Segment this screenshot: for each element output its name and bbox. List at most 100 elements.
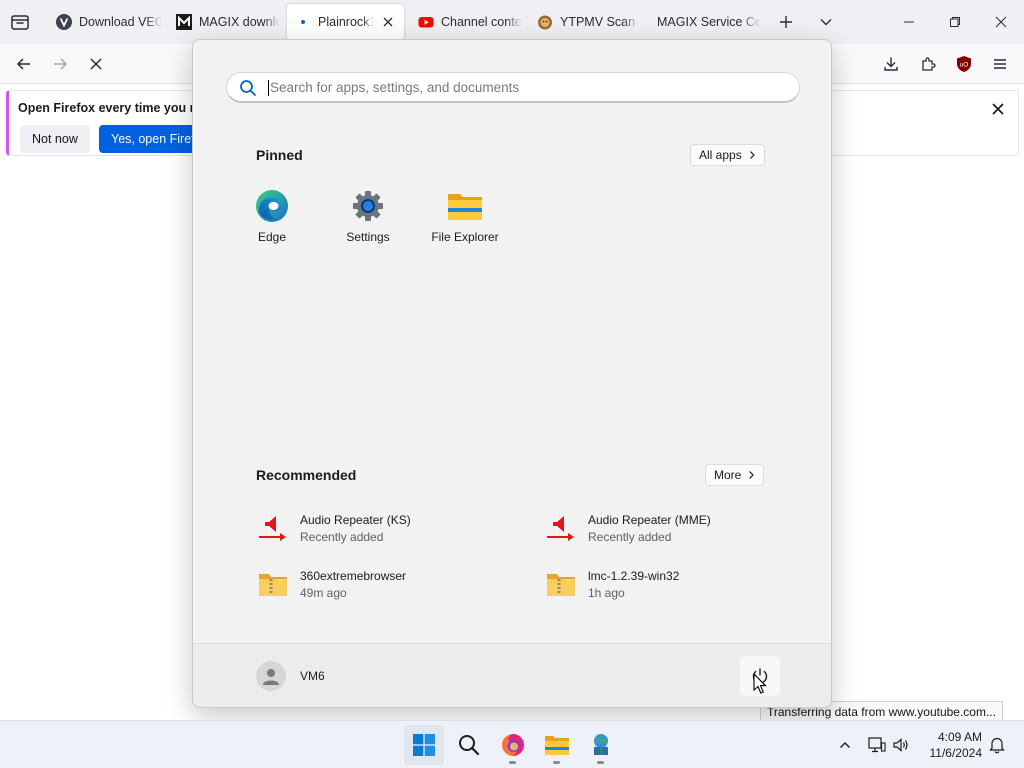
pinned-app-settings[interactable]: Settings bbox=[320, 188, 416, 256]
new-tab-button[interactable] bbox=[772, 8, 800, 36]
start-menu: Pinned All apps Edge bbox=[192, 39, 832, 708]
tab-title: Channel conte bbox=[441, 15, 522, 29]
recommended-name: Audio Repeater (KS) bbox=[300, 512, 411, 527]
recommended-subtext: Recently added bbox=[300, 529, 384, 544]
not-now-button[interactable]: Not now bbox=[20, 125, 90, 153]
minimize-button[interactable] bbox=[886, 0, 932, 44]
all-apps-label: All apps bbox=[699, 148, 742, 162]
ublock-origin-button[interactable]: uO bbox=[950, 50, 978, 78]
minimize-icon bbox=[904, 21, 914, 23]
restore-button[interactable] bbox=[932, 0, 978, 44]
close-icon bbox=[992, 103, 1004, 115]
start-search-input[interactable] bbox=[270, 76, 770, 98]
taskbar-app-network[interactable] bbox=[581, 725, 621, 765]
recommended-item[interactable]: lmc-1.2.39-win32 1h ago bbox=[544, 562, 804, 606]
audio-repeater-icon bbox=[256, 511, 290, 545]
volume-tray-button[interactable] bbox=[889, 733, 913, 757]
taskbar-clock[interactable]: 4:09 AM 11/6/2024 bbox=[920, 729, 983, 761]
tab-title: Plainrock12 bbox=[318, 15, 374, 29]
notification-close-button[interactable] bbox=[988, 99, 1008, 119]
user-account-button[interactable]: VM6 bbox=[256, 661, 325, 691]
search-icon bbox=[459, 735, 480, 756]
more-button[interactable]: More bbox=[705, 464, 765, 486]
back-button[interactable] bbox=[10, 50, 38, 78]
downloads-button[interactable] bbox=[877, 50, 905, 78]
tab-strip: Download VEG MAGIX downlo Plainrock12 Ch… bbox=[0, 0, 1024, 44]
user-name: VM6 bbox=[300, 669, 325, 683]
tab-ytpmv-scan[interactable]: YTPMV Scan bbox=[529, 4, 639, 40]
mouse-pointer-icon bbox=[753, 673, 767, 694]
tab-title: MAGIX Service Ce bbox=[657, 15, 761, 29]
firefox-view-icon bbox=[11, 15, 29, 30]
tab-magix-service[interactable]: MAGIX Service Ce bbox=[649, 4, 761, 40]
text-caret bbox=[268, 80, 269, 96]
recommended-heading: Recommended bbox=[256, 467, 357, 483]
settings-gear-icon bbox=[350, 188, 386, 224]
ytpmv-icon bbox=[537, 14, 553, 30]
more-label: More bbox=[714, 468, 742, 482]
running-indicator bbox=[509, 761, 516, 764]
show-hidden-icons-button[interactable] bbox=[833, 733, 857, 757]
taskbar-search-button[interactable] bbox=[449, 725, 489, 765]
tab-magix-download[interactable]: MAGIX downlo bbox=[168, 4, 280, 40]
clock-time: 4:09 AM bbox=[937, 730, 982, 744]
tab-plainrock[interactable]: Plainrock12 bbox=[287, 4, 404, 40]
firefox-view-button[interactable] bbox=[8, 10, 32, 34]
recommended-name: Audio Repeater (MME) bbox=[588, 512, 711, 527]
running-indicator bbox=[553, 761, 560, 764]
taskbar-file-explorer[interactable] bbox=[537, 725, 577, 765]
notifications-button[interactable] bbox=[985, 733, 1009, 757]
user-icon bbox=[263, 669, 279, 685]
notification-text: Open Firefox every time you re bbox=[18, 101, 202, 115]
tab-close-icon[interactable] bbox=[378, 12, 398, 32]
start-search-box[interactable] bbox=[226, 72, 800, 103]
restore-icon bbox=[950, 17, 960, 27]
search-icon bbox=[240, 80, 256, 96]
tab-title: YTPMV Scan bbox=[560, 15, 636, 29]
edge-icon bbox=[254, 188, 290, 224]
puzzle-icon bbox=[922, 57, 936, 71]
chevron-up-icon bbox=[840, 742, 850, 748]
pinned-app-edge[interactable]: Edge bbox=[224, 188, 320, 256]
recommended-subtext: Recently added bbox=[588, 529, 672, 544]
pinned-heading: Pinned bbox=[256, 147, 303, 163]
app-menu-button[interactable] bbox=[986, 50, 1014, 78]
taskbar: 4:09 AM 11/6/2024 bbox=[0, 720, 1024, 768]
chevron-down-icon bbox=[820, 19, 832, 26]
loading-dot-icon bbox=[295, 14, 311, 30]
network-tray-button[interactable] bbox=[865, 733, 889, 757]
close-icon bbox=[995, 16, 1007, 28]
forward-button[interactable] bbox=[46, 50, 74, 78]
ublock-shield-icon: uO bbox=[957, 56, 971, 72]
stop-icon bbox=[90, 58, 102, 70]
clock-date: 11/6/2024 bbox=[929, 746, 983, 760]
close-window-button[interactable] bbox=[978, 0, 1024, 44]
ethernet-monitor-icon bbox=[868, 737, 886, 753]
zip-folder-icon bbox=[256, 567, 290, 601]
list-all-tabs-button[interactable] bbox=[812, 8, 840, 36]
recommended-name: lmc-1.2.39-win32 bbox=[588, 568, 680, 583]
open-firefox-button[interactable]: Yes, open Firefox bbox=[99, 125, 197, 153]
start-button[interactable] bbox=[404, 725, 444, 765]
recommended-item[interactable]: Audio Repeater (MME) Recently added bbox=[544, 506, 804, 550]
recommended-item[interactable]: 360extremebrowser 49m ago bbox=[256, 562, 516, 606]
stop-loading-button[interactable] bbox=[82, 50, 110, 78]
recommended-name: 360extremebrowser bbox=[300, 568, 407, 583]
tab-download-vegas[interactable]: Download VEG bbox=[48, 4, 162, 40]
plus-icon bbox=[780, 16, 792, 28]
bell-icon bbox=[989, 737, 1005, 754]
pinned-app-file-explorer[interactable]: File Explorer bbox=[417, 188, 513, 256]
network-globe-icon bbox=[594, 734, 608, 755]
recommended-item[interactable]: Audio Repeater (KS) Recently added bbox=[256, 506, 516, 550]
pinned-app-label: File Explorer bbox=[431, 230, 499, 244]
arrow-right-icon bbox=[54, 58, 68, 70]
tab-title: Download VEG bbox=[79, 15, 162, 29]
arrow-left-icon bbox=[16, 58, 30, 70]
running-indicator bbox=[597, 761, 604, 764]
taskbar-firefox[interactable] bbox=[493, 725, 533, 765]
tab-channel-content[interactable]: Channel conte bbox=[410, 4, 522, 40]
magix-m-icon bbox=[176, 14, 192, 30]
windows-logo-icon bbox=[413, 734, 435, 756]
extensions-button[interactable] bbox=[914, 50, 942, 78]
all-apps-button[interactable]: All apps bbox=[690, 144, 765, 166]
